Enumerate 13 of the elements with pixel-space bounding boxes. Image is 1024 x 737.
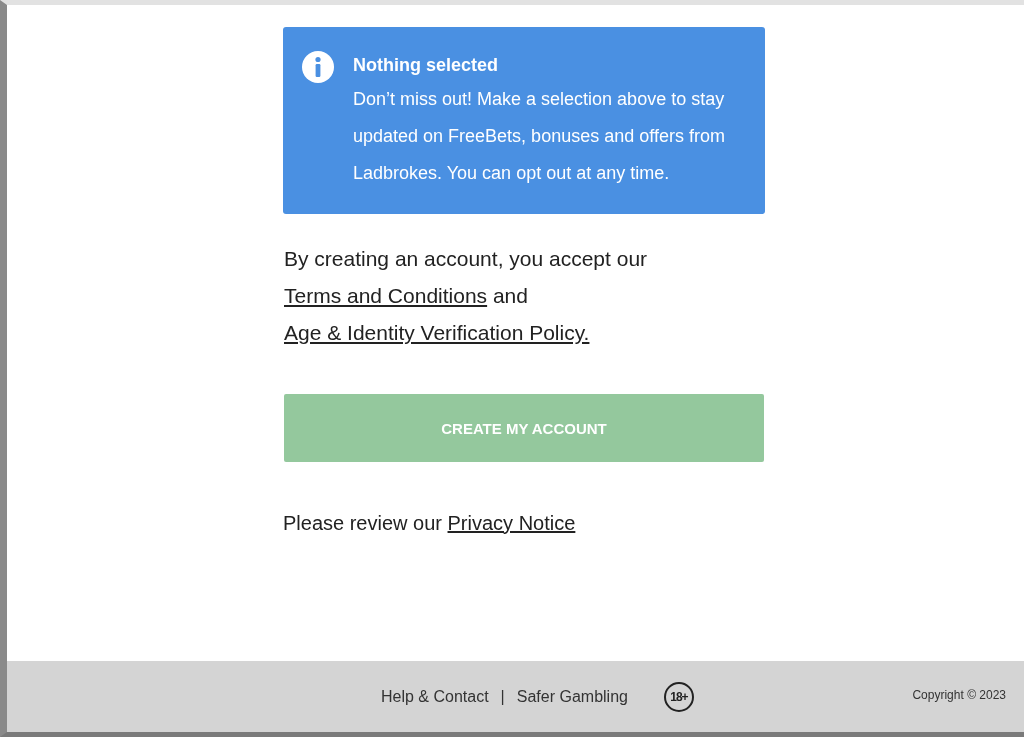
info-icon <box>302 51 334 83</box>
age-badge: 18+ <box>663 681 694 712</box>
notice-title: Nothing selected <box>353 54 500 77</box>
terms-sentence: By creating an account, you accept our Terms and Conditions and Age & Identity Verification Policy. <box>284 246 649 346</box>
footer-link[interactable]: Help & Contact <box>381 687 489 706</box>
policy-link[interactable]: Age & Identity Verification Policy. <box>284 321 590 344</box>
privacy-link[interactable]: Privacy Notice <box>447 512 576 534</box>
copyright-text: Copyright © 2023 <box>912 688 1006 702</box>
policy-link[interactable]: Terms and Conditions <box>284 284 488 307</box>
footer-link[interactable]: Safer Gambling <box>516 687 628 706</box>
privacy-sentence: Please review our Privacy Notice <box>283 512 577 535</box>
separator: | <box>500 687 505 706</box>
notice-text: Don’t miss out! Make a selection above to stay updated on FreeBets, bonuses and offers from Ladbrokes. You can opt out at any time. <box>353 88 726 185</box>
